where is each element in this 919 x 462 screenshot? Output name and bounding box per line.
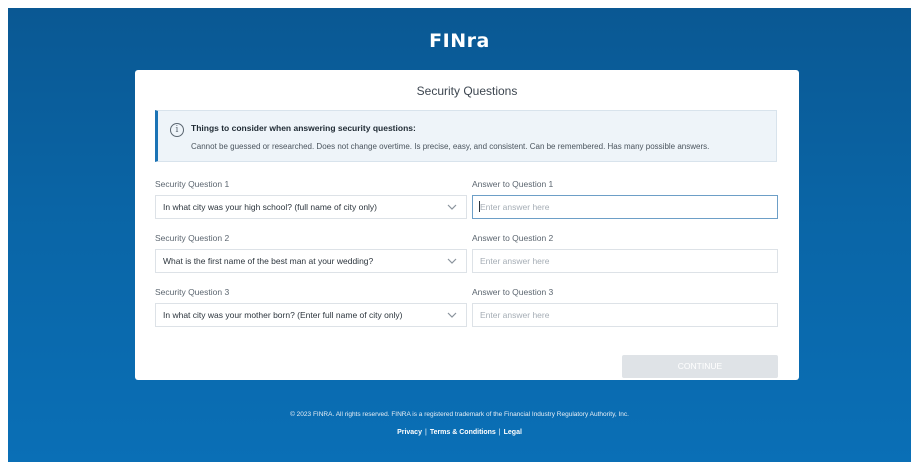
chevron-down-icon	[447, 204, 457, 210]
question-2-select[interactable]: What is the first name of the best man a…	[155, 249, 467, 273]
page-background: FINra Security Questions i Things to con…	[8, 8, 911, 462]
text-cursor	[479, 201, 480, 212]
continue-button[interactable]: CONTINUE	[622, 355, 778, 378]
link-separator: |	[498, 429, 501, 436]
answer-2-input[interactable]	[472, 249, 778, 273]
answer-1-label: Answer to Question 1	[472, 179, 554, 189]
answer-1-input[interactable]	[472, 195, 778, 219]
footer-copyright: © 2023 FINRA. All rights reserved. FINRA…	[290, 411, 629, 418]
answer-1-wrap	[472, 195, 778, 219]
footer-links: Privacy | Terms & Conditions | Legal	[8, 429, 911, 436]
security-questions-card: Security Questions i Things to consider …	[135, 70, 799, 380]
link-separator: |	[424, 429, 427, 436]
chevron-down-icon	[447, 312, 457, 318]
finra-logo: FINra	[429, 30, 490, 52]
info-icon: i	[170, 123, 184, 137]
question-3-select[interactable]: In what city was your mother born? (Ente…	[155, 303, 467, 327]
question-1-selected: In what city was your high school? (full…	[163, 202, 378, 212]
answer-3-label: Answer to Question 3	[472, 287, 554, 297]
legal-link[interactable]: Legal	[504, 429, 522, 436]
question-1-label: Security Question 1	[155, 179, 230, 189]
chevron-down-icon	[447, 258, 457, 264]
info-panel: i Things to consider when answering secu…	[155, 110, 777, 162]
answer-2-label: Answer to Question 2	[472, 233, 554, 243]
info-title: Things to consider when answering securi…	[191, 123, 416, 133]
question-3-selected: In what city was your mother born? (Ente…	[163, 310, 403, 320]
question-2-label: Security Question 2	[155, 233, 230, 243]
terms-link[interactable]: Terms & Conditions	[430, 429, 496, 436]
privacy-link[interactable]: Privacy	[397, 429, 422, 436]
card-title: Security Questions	[416, 84, 518, 98]
question-2-selected: What is the first name of the best man a…	[163, 256, 374, 266]
question-1-select[interactable]: In what city was your high school? (full…	[155, 195, 467, 219]
info-body: Cannot be guessed or researched. Does no…	[191, 142, 710, 151]
question-3-label: Security Question 3	[155, 287, 230, 297]
answer-3-input[interactable]	[472, 303, 778, 327]
